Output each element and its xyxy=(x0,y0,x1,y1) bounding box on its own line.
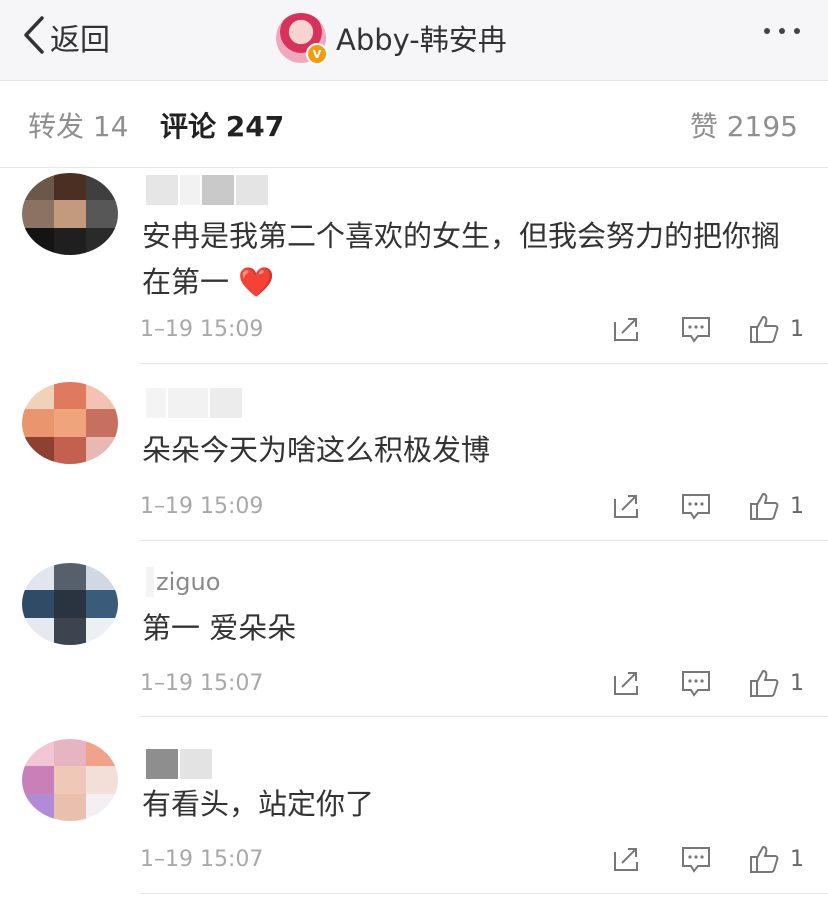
comment-timestamp: 1–19 15:09 xyxy=(140,317,264,342)
page-title: Abby-韩安冉 xyxy=(336,23,507,57)
like-count: 1 xyxy=(790,846,804,872)
comment-actions: 1 xyxy=(610,843,804,875)
tab-likes[interactable]: 赞 2195 xyxy=(690,105,798,145)
tab-bar: 转发 14 评论 247 赞 2195 xyxy=(0,81,828,168)
comment-text: 第一 爱朵朵 xyxy=(142,611,297,645)
like-count: 1 xyxy=(790,670,804,696)
comment-actions: 1 xyxy=(610,490,804,522)
commenter-name[interactable] xyxy=(146,173,270,207)
tab-reposts[interactable]: 转发 14 xyxy=(28,105,129,145)
chevron-left-icon xyxy=(22,15,46,59)
comment-text: 朵朵今天为啥这么积极发博 xyxy=(142,433,491,467)
share-icon[interactable] xyxy=(610,843,642,875)
tab-comments[interactable]: 评论 247 xyxy=(160,105,284,145)
profile-title[interactable]: V Abby-韩安冉 xyxy=(276,11,507,65)
thumbs-up-icon[interactable] xyxy=(748,843,780,875)
like-count: 1 xyxy=(790,316,804,342)
commenter-name[interactable]: ziguo xyxy=(146,565,220,599)
divider xyxy=(140,893,828,894)
avatar[interactable]: V xyxy=(276,13,328,65)
commenter-avatar[interactable] xyxy=(22,382,118,464)
more-options-icon[interactable] xyxy=(764,22,800,40)
commenter-name[interactable] xyxy=(146,747,214,781)
commenter-name[interactable] xyxy=(146,386,244,420)
comment-timestamp: 1–19 15:09 xyxy=(140,494,264,519)
comment-timestamp: 1–19 15:07 xyxy=(140,847,264,872)
comment-item: 安冉是我第二个喜欢的女生，但我会努力的把你搁在第一 ❤️ 1–19 15:09 … xyxy=(0,167,828,364)
thumbs-up-icon[interactable] xyxy=(748,490,780,522)
like-count: 1 xyxy=(790,493,804,519)
thumbs-up-icon[interactable] xyxy=(748,667,780,699)
comment-reply-icon[interactable] xyxy=(680,667,712,699)
comment-reply-icon[interactable] xyxy=(680,490,712,522)
back-button[interactable]: 返回 xyxy=(22,14,110,60)
comment-actions: 1 xyxy=(610,667,804,699)
share-icon[interactable] xyxy=(610,490,642,522)
thumbs-up-icon[interactable] xyxy=(748,313,780,345)
comment-reply-icon[interactable] xyxy=(680,843,712,875)
comment-reply-icon[interactable] xyxy=(680,313,712,345)
commenter-avatar[interactable] xyxy=(22,739,118,821)
share-icon[interactable] xyxy=(610,313,642,345)
comment-item: ziguo 第一 爱朵朵 1–19 15:07 1 xyxy=(0,541,828,717)
back-label: 返回 xyxy=(50,23,110,58)
verified-badge-icon: V xyxy=(306,43,328,65)
commenter-avatar[interactable] xyxy=(22,563,118,645)
commenter-avatar[interactable] xyxy=(22,173,118,255)
comment-item: 有看头，站定你了 1–19 15:07 1 xyxy=(0,717,828,899)
comment-item: 朵朵今天为啥这么积极发博 1–19 15:09 1 xyxy=(0,364,828,541)
heart-emoji-icon: ❤️ xyxy=(238,265,275,299)
comment-text: 安冉是我第二个喜欢的女生，但我会努力的把你搁在第一 ❤️ xyxy=(142,219,781,299)
top-nav-bar: 返回 V Abby-韩安冉 xyxy=(0,0,828,81)
comment-text: 有看头，站定你了 xyxy=(142,787,375,821)
share-icon[interactable] xyxy=(610,667,642,699)
comment-timestamp: 1–19 15:07 xyxy=(140,671,264,696)
comment-actions: 1 xyxy=(610,313,804,345)
